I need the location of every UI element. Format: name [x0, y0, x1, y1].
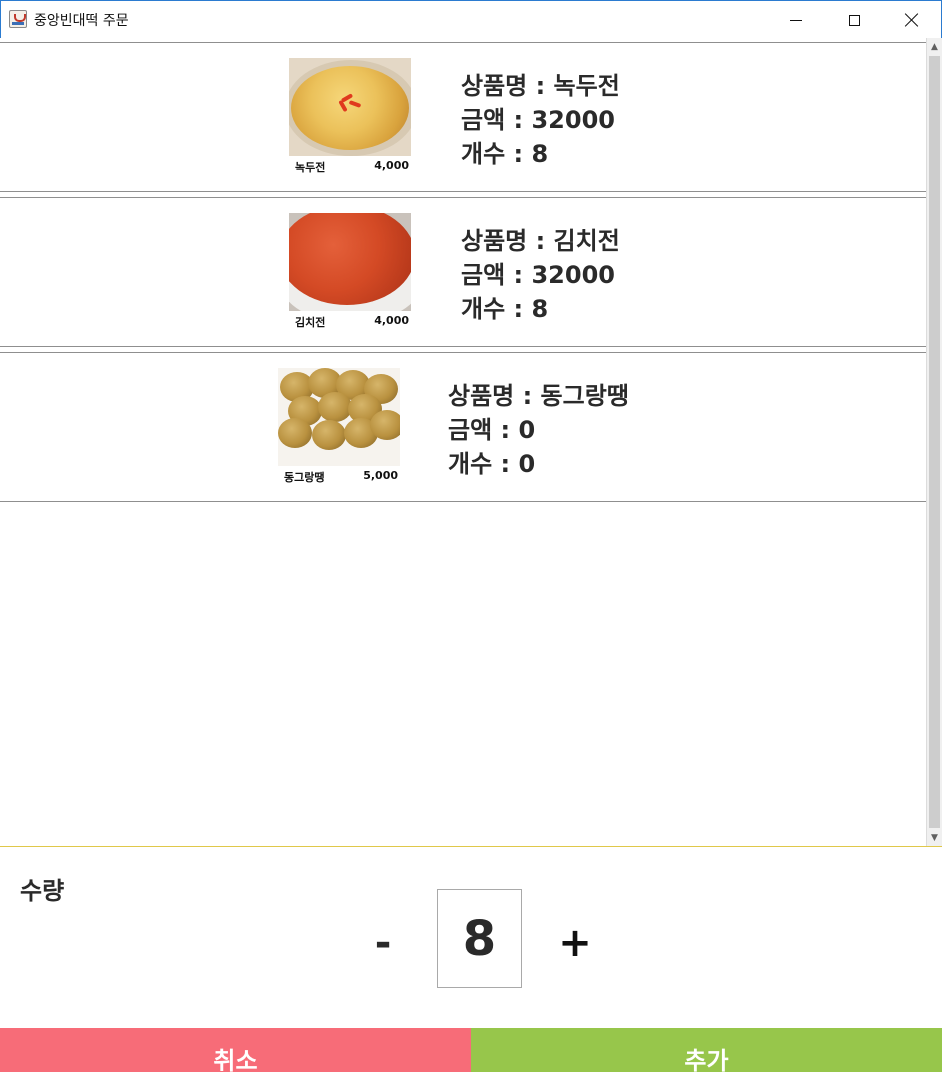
- maximize-icon: [848, 14, 860, 26]
- product-thumbnail[interactable]: 김치전 4,000: [289, 213, 413, 333]
- cancel-button[interactable]: 취소: [0, 1028, 471, 1072]
- maximize-button[interactable]: [825, 1, 883, 39]
- count: 개수 : 8: [461, 295, 549, 323]
- java-cup-icon: [9, 10, 27, 28]
- count: 개수 : 8: [461, 140, 549, 168]
- close-button[interactable]: [883, 1, 941, 39]
- product-thumbnail[interactable]: 녹두전 4,000: [289, 58, 413, 178]
- quantity-label: 수량: [20, 877, 65, 905]
- product-name: 상품명 : 녹두전: [461, 72, 620, 100]
- list-item-kimchijeon[interactable]: 김치전 4,000 상품명 : 김치전 금액 : 32000 개수 : 8: [0, 197, 926, 347]
- count: 개수 : 0: [448, 450, 536, 478]
- decrease-button[interactable]: -: [360, 913, 406, 973]
- thumb-name: 동그랑땡: [284, 471, 325, 484]
- amount: 금액 : 0: [448, 416, 536, 444]
- product-thumbnail[interactable]: 동그랑땡 5,000: [278, 368, 402, 488]
- vertical-scrollbar[interactable]: ▲ ▼: [926, 38, 942, 846]
- thumb-price: 4,000: [374, 314, 409, 327]
- scroll-up-arrow-icon[interactable]: ▲: [927, 38, 942, 55]
- order-list[interactable]: 녹두전 4,000 상품명 : 녹두전 금액 : 32000 개수 : 8 김치…: [0, 38, 926, 846]
- scroll-down-arrow-icon[interactable]: ▼: [927, 829, 942, 846]
- add-button[interactable]: 추가: [471, 1028, 942, 1072]
- amount: 금액 : 32000: [461, 261, 615, 289]
- quantity-value: 8: [437, 889, 522, 988]
- add-label: 추가: [684, 1047, 729, 1072]
- product-name: 상품명 : 김치전: [461, 227, 620, 255]
- quantity-panel: 수량 - 8 +: [0, 846, 942, 1028]
- cancel-label: 취소: [213, 1047, 258, 1072]
- thumb-price: 4,000: [374, 159, 409, 172]
- thumb-name: 김치전: [295, 316, 326, 329]
- thumb-price: 5,000: [363, 469, 398, 482]
- donggeurangttaeng-image: [278, 368, 400, 466]
- item-info: 상품명 : 김치전 금액 : 32000 개수 : 8: [461, 224, 620, 326]
- item-info: 상품명 : 녹두전 금액 : 32000 개수 : 8: [461, 69, 620, 171]
- increase-button[interactable]: +: [552, 913, 598, 973]
- thumb-name: 녹두전: [295, 161, 326, 174]
- window-title: 중앙빈대떡 주문: [34, 13, 129, 29]
- scrollbar-thumb[interactable]: [929, 56, 940, 828]
- list-item-donggeurangttaeng[interactable]: 동그랑땡 5,000 상품명 : 동그랑땡 금액 : 0 개수 : 0: [0, 352, 926, 502]
- nokdujeon-image: [289, 58, 411, 156]
- close-icon: [905, 13, 919, 27]
- title-bar: 중앙빈대떡 주문: [0, 0, 942, 38]
- item-info: 상품명 : 동그랑땡 금액 : 0 개수 : 0: [448, 379, 629, 481]
- minimize-button[interactable]: [767, 1, 825, 39]
- amount: 금액 : 32000: [461, 106, 615, 134]
- list-item-nokdujeon[interactable]: 녹두전 4,000 상품명 : 녹두전 금액 : 32000 개수 : 8: [0, 42, 926, 192]
- product-name: 상품명 : 동그랑땡: [448, 382, 629, 410]
- minimize-icon: [790, 19, 802, 21]
- kimchijeon-image: [289, 213, 411, 311]
